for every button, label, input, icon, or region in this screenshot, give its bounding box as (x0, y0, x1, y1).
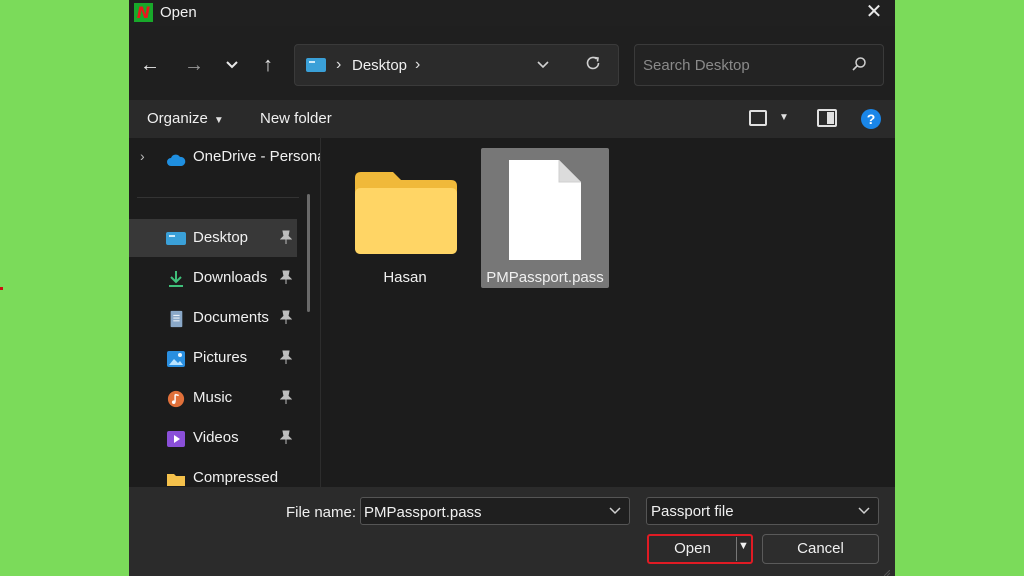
organize-button[interactable]: Organize ▼ (147, 110, 224, 127)
sidebar-item-label: Music (193, 389, 233, 406)
sidebar-item-label: Desktop (193, 229, 249, 246)
search-icon[interactable] (851, 56, 867, 72)
sidebar-item-label: Pictures (193, 349, 248, 366)
file-name-dropdown-button[interactable] (609, 504, 621, 518)
sidebar-item-label: Videos (193, 429, 239, 446)
sidebar-item-downloads[interactable]: Downloads (129, 259, 297, 297)
sidebar-item-pictures[interactable]: Pictures (129, 339, 297, 377)
pin-icon (279, 390, 293, 407)
file-type-dropdown-button[interactable] (858, 504, 870, 518)
open-options-caret-icon[interactable]: ▼ (738, 540, 749, 552)
file-type-select[interactable]: Passport file (646, 497, 879, 525)
open-dialog: N Open ✕ ← → ↑ › Desktop › Search Deskto… (129, 0, 895, 576)
navigation-bar: ← → ↑ › Desktop › (129, 26, 895, 100)
up-button[interactable]: ↑ (255, 52, 281, 78)
pin-icon (279, 230, 293, 247)
address-dropdown-button[interactable] (537, 57, 549, 72)
breadcrumb-separator: › (336, 56, 342, 73)
recent-locations-button[interactable] (219, 52, 245, 78)
file-name: Hasan (383, 269, 427, 286)
file-name-input[interactable] (364, 502, 594, 522)
back-button[interactable]: ← (137, 52, 163, 78)
resize-grip-icon[interactable] (884, 570, 890, 576)
pin-icon (279, 350, 293, 367)
cloud-icon (167, 154, 186, 166)
music-icon (167, 390, 185, 408)
folder-icon (167, 474, 185, 486)
chevron-right-icon[interactable]: › (140, 148, 145, 164)
sidebar-item-label: OneDrive - Personal (193, 148, 321, 165)
sidebar-item-desktop[interactable]: Desktop (129, 219, 297, 257)
breadcrumb-desktop[interactable]: Desktop (352, 57, 407, 74)
view-options-caret-icon[interactable]: ▼ (779, 112, 789, 123)
sidebar-item-music[interactable]: Music (129, 379, 297, 417)
chevron-down-icon (226, 61, 238, 69)
footer-bar: File name: Passport file Open ▼ Cancel (129, 487, 895, 576)
sidebar-scrollbar[interactable] (307, 194, 310, 312)
forward-button[interactable]: → (181, 52, 207, 78)
file-name-combobox[interactable] (360, 497, 630, 525)
sidebar-item-label: Documents (193, 309, 269, 326)
help-icon[interactable]: ? (861, 109, 881, 129)
chevron-down-icon (537, 61, 549, 69)
sidebar-item-onedrive[interactable]: › OneDrive - Personal (129, 138, 321, 176)
search-box[interactable] (634, 44, 884, 86)
refresh-button[interactable] (584, 54, 602, 78)
new-folder-button[interactable]: New folder (260, 110, 332, 127)
title-bar: N Open ✕ (129, 0, 895, 26)
address-bar[interactable]: › Desktop › (294, 44, 619, 86)
stray-mark (0, 287, 3, 290)
window-title: Open (160, 4, 197, 21)
file-type-value: Passport file (651, 503, 734, 520)
sidebar-divider (137, 197, 299, 198)
breadcrumb-separator[interactable]: › (415, 56, 420, 74)
file-item-pass[interactable]: PMPassport.pass (481, 148, 609, 288)
file-name-label: File name: (286, 504, 357, 521)
video-icon (167, 431, 185, 447)
document-icon (170, 310, 183, 328)
sidebar-item-label: Downloads (193, 269, 268, 286)
open-button-divider (736, 537, 737, 561)
command-bar: Organize ▼ New folder ▼ ? (129, 100, 895, 138)
pin-icon (279, 270, 293, 287)
open-button-label[interactable]: Open (650, 537, 735, 561)
sidebar-item-label: Compressed (193, 469, 279, 486)
sidebar-item-documents[interactable]: Documents (129, 299, 297, 337)
app-logo-icon: N (134, 3, 153, 22)
cancel-button[interactable]: Cancel (762, 534, 879, 564)
view-mode-icon[interactable] (749, 110, 767, 126)
chevron-down-icon (609, 507, 621, 515)
sidebar-item-videos[interactable]: Videos (129, 419, 297, 457)
preview-pane-icon[interactable] (817, 109, 837, 127)
organize-label: Organize (147, 110, 208, 127)
file-item-folder[interactable]: Hasan (341, 148, 469, 288)
chevron-down-icon (858, 507, 870, 515)
pin-icon (279, 430, 293, 447)
navigation-pane: › OneDrive - Personal Desktop Downloads … (129, 138, 321, 487)
file-list: Hasan PMPassport.pass (321, 138, 895, 487)
refresh-icon (586, 56, 600, 70)
sidebar-item-compressed[interactable]: Compressed (129, 459, 297, 487)
desktop-icon (306, 58, 326, 72)
open-button[interactable]: Open ▼ (647, 534, 753, 564)
close-button[interactable]: ✕ (859, 0, 889, 26)
file-name: PMPassport.pass (486, 269, 604, 286)
pin-icon (279, 310, 293, 327)
file-icon (509, 160, 581, 260)
download-icon (169, 271, 183, 287)
picture-icon (167, 351, 185, 367)
search-input[interactable] (643, 55, 843, 75)
folder-icon (355, 172, 457, 254)
desktop-icon (166, 232, 186, 245)
caret-down-icon: ▼ (213, 115, 224, 126)
